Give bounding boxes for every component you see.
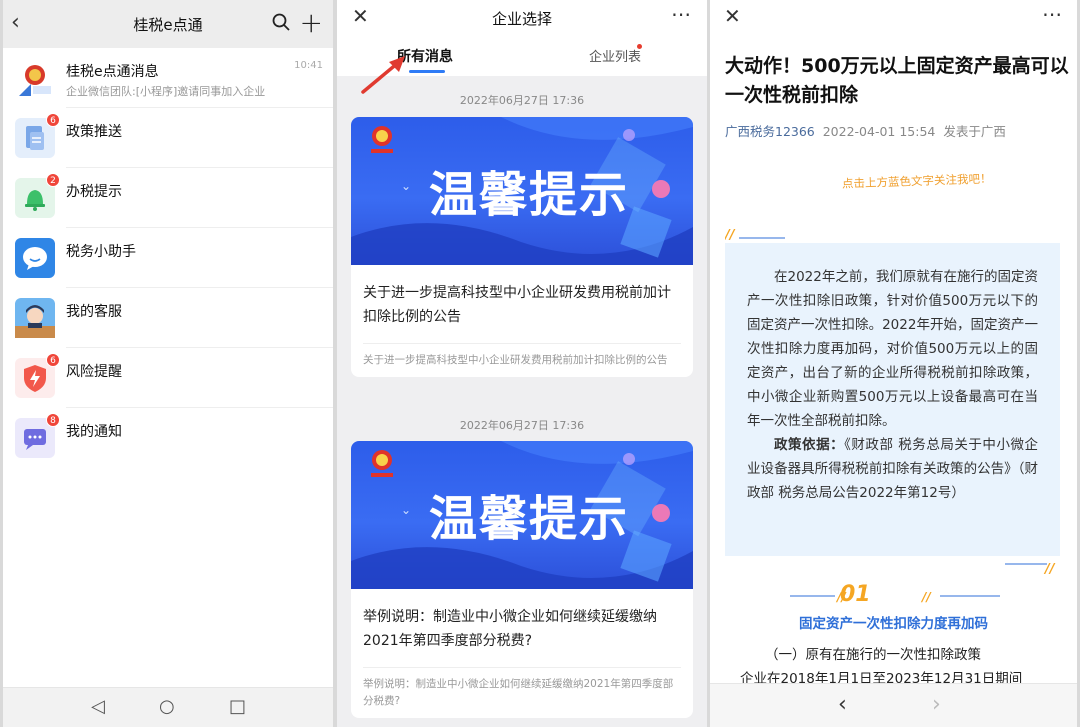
customer-service-avatar-icon bbox=[15, 298, 55, 338]
new-dot bbox=[637, 44, 642, 49]
tax-emblem-icon bbox=[15, 58, 55, 98]
system-nav-bar: ◁ ○ □ bbox=[3, 687, 333, 727]
decor-slash: // bbox=[1005, 562, 1056, 574]
panel-header: ✕ 企业选择 ⋯ bbox=[337, 0, 707, 36]
publish-date: 2022-04-01 15:54 bbox=[822, 124, 936, 139]
message-date: 2022年06月27日 17:36 bbox=[459, 94, 585, 107]
add-icon[interactable]: + bbox=[300, 6, 323, 39]
card-title: 关于进一步提高科技型中小企业研发费用税前加计扣除比例的公告 bbox=[363, 285, 671, 325]
svg-text://: // bbox=[920, 590, 932, 604]
chat-header: ‹ 桂税e点通 + bbox=[3, 0, 333, 48]
back-icon[interactable]: ‹ bbox=[838, 692, 847, 717]
chat-name: 税务小助手 bbox=[66, 244, 136, 260]
card-summary: 举例说明：制造业中小微企业如何继续延缓缴纳2021年第四季度部分税费? bbox=[363, 678, 674, 707]
list-item[interactable]: 税务小助手 bbox=[3, 228, 333, 288]
message-card[interactable]: ⌄ 温馨提示 举例说明：制造业中小微企业如何继续延缓缴纳2021年第四季度部分税… bbox=[351, 441, 693, 718]
list-item[interactable]: 6 政策推送 bbox=[3, 108, 333, 168]
banner-heading: 温馨提示 bbox=[429, 167, 630, 223]
forward-icon[interactable]: › bbox=[932, 692, 941, 717]
tab-indicator bbox=[409, 70, 445, 73]
search-icon[interactable] bbox=[271, 12, 291, 32]
card-title: 举例说明：制造业中小微企业如何继续延缓缴纳2021年第四季度部分税费? bbox=[363, 609, 657, 649]
unread-badge: 2 bbox=[46, 173, 60, 187]
article-paragraph: （一）原有在施行的一次性扣除政策 bbox=[765, 647, 981, 663]
bell-icon: 2 bbox=[15, 173, 60, 218]
chat-time: 10:41 bbox=[294, 60, 323, 71]
tax-emblem-icon bbox=[371, 450, 393, 477]
unread-badge: 6 bbox=[46, 113, 60, 127]
chat-list-panel: ‹ 桂税e点通 + 桂税e点通消息 企业微信团队:[小程序]邀请同事加入企业 1… bbox=[3, 0, 333, 727]
chat-name: 办税提示 bbox=[66, 184, 122, 200]
tax-emblem-icon bbox=[371, 126, 393, 153]
document-icon: 6 bbox=[15, 113, 60, 158]
chat-preview: 企业微信团队:[小程序]邀请同事加入企业 bbox=[66, 85, 266, 98]
list-item[interactable]: 2 办税提示 bbox=[3, 168, 333, 228]
section-divider: //// bbox=[790, 590, 1000, 604]
more-icon[interactable]: ⋯ bbox=[671, 2, 692, 26]
close-icon[interactable]: ✕ bbox=[724, 4, 741, 28]
nav-back-icon[interactable]: ◁ bbox=[91, 696, 105, 717]
chat-list: 桂税e点通消息 企业微信团队:[小程序]邀请同事加入企业 10:41 6 政策推… bbox=[3, 48, 333, 468]
unread-badge: 8 bbox=[46, 413, 60, 427]
shield-lightning-icon: 6 bbox=[15, 353, 60, 398]
chat-name: 风险提醒 bbox=[66, 364, 122, 380]
card-summary: 关于进一步提高科技型中小企业研发费用税前加计扣除比例的公告 bbox=[363, 354, 668, 366]
notice-banner: ⌄ 温馨提示 bbox=[351, 441, 693, 589]
browser-nav-bar: ‹ › bbox=[710, 683, 1077, 727]
nav-recents-icon[interactable]: □ bbox=[229, 696, 246, 717]
article-title: 大动作！500万元以上固定资产最高可以一次性税前扣除 bbox=[725, 55, 1069, 106]
message-card[interactable]: ⌄ 温馨提示 关于进一步提高科技型中小企业研发费用税前加计扣除比例的公告 关于进… bbox=[351, 117, 693, 377]
chat-name: 我的通知 bbox=[66, 424, 122, 440]
chat-name: 政策推送 bbox=[66, 124, 122, 140]
chevron-down-icon: ⌄ bbox=[401, 503, 412, 517]
chat-name: 桂税e点通消息 bbox=[66, 64, 159, 80]
account-link[interactable]: 广西税务12366 bbox=[725, 124, 815, 139]
basis-label: 政策依据： bbox=[774, 437, 845, 453]
chevron-down-icon: ⌄ bbox=[401, 179, 412, 193]
notice-banner: ⌄ 温馨提示 bbox=[351, 117, 693, 265]
decor-slash: // bbox=[725, 228, 785, 240]
page-title: 企业选择 bbox=[491, 10, 552, 28]
follow-hint: 点击上方蓝色文字关注我吧！ bbox=[841, 171, 992, 191]
article-meta: 广西税务12366 2022-04-01 15:54 发表于广西 bbox=[725, 121, 1006, 140]
notification-message-icon: 8 bbox=[15, 413, 60, 458]
message-date: 2022年06月27日 17:36 bbox=[459, 419, 585, 432]
article-panel: ✕ ⋯ 大动作！500万元以上固定资产最高可以一次性税前扣除 广西税务12366… bbox=[710, 0, 1077, 727]
svg-text://: // bbox=[725, 228, 736, 240]
svg-text://: // bbox=[1043, 562, 1056, 574]
list-item[interactable]: 我的客服 bbox=[3, 288, 333, 348]
list-item[interactable]: 8 我的通知 bbox=[3, 408, 333, 468]
panel-header: ✕ ⋯ bbox=[710, 0, 1077, 36]
publish-location: 发表于广西 bbox=[943, 124, 1006, 139]
banner-heading: 温馨提示 bbox=[429, 491, 630, 547]
red-arrow-icon bbox=[361, 56, 405, 94]
summary-paragraph: 在2022年之前，我们原就有在施行的固定资产一次性扣除旧政策，针对价值500万元… bbox=[747, 269, 1038, 429]
chat-name: 我的客服 bbox=[66, 304, 122, 320]
tab-enterprise-list[interactable]: 企业列表 bbox=[589, 46, 641, 65]
list-item[interactable]: 桂税e点通消息 企业微信团队:[小程序]邀请同事加入企业 10:41 bbox=[3, 48, 333, 108]
enterprise-messages-panel: ✕ 企业选择 ⋯ 所有消息 企业列表 2022年06月27日 17:36 ⌄ 温… bbox=[337, 0, 707, 727]
section-title: 固定资产一次性扣除力度再加码 bbox=[799, 616, 988, 632]
nav-home-icon[interactable]: ○ bbox=[159, 696, 175, 717]
chat-bubble-icon bbox=[15, 238, 55, 278]
unread-badge: 6 bbox=[46, 353, 60, 367]
policy-summary-box: 在2022年之前，我们原就有在施行的固定资产一次性扣除旧政策，针对价值500万元… bbox=[725, 243, 1060, 556]
list-item[interactable]: 6 风险提醒 bbox=[3, 348, 333, 408]
more-icon[interactable]: ⋯ bbox=[1042, 2, 1062, 26]
section-number: 01 bbox=[840, 582, 871, 607]
